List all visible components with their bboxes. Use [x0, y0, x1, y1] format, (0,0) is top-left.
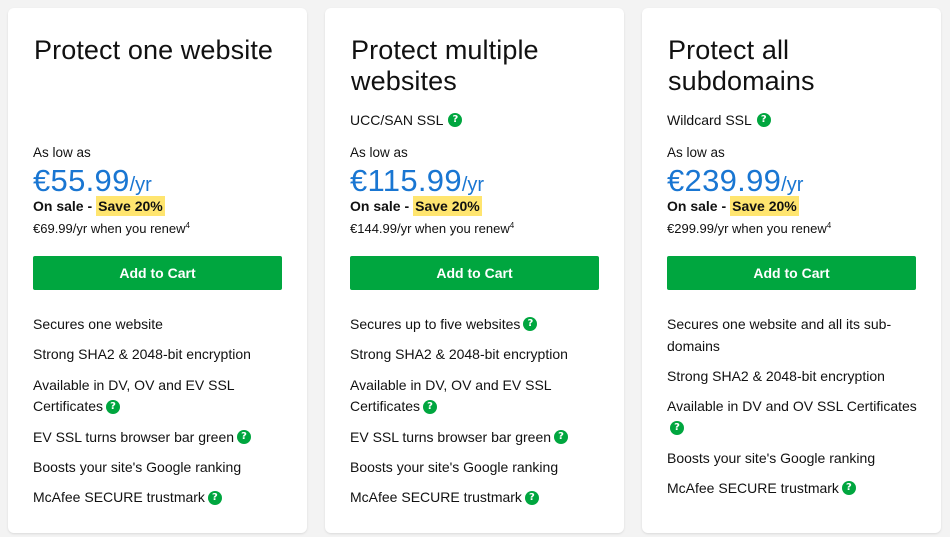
question-circle-icon[interactable]: ?: [423, 399, 438, 414]
footnote-marker: 4: [826, 221, 832, 230]
feature-item: McAfee SECURE trustmark?: [667, 477, 922, 499]
plan-card-all-subdomains: Protect all subdomains Wildcard SSL ? As…: [642, 8, 941, 533]
plan-subtitle: UCC/SAN SSL ?: [350, 110, 463, 130]
feature-item: Strong SHA2 & 2048-bit encryption: [350, 346, 568, 363]
add-to-cart-button[interactable]: Add to Cart: [33, 256, 282, 290]
feature-item: EV SSL turns browser bar green?: [350, 426, 605, 448]
feature-item: McAfee SECURE trustmark?: [350, 486, 605, 508]
renewal-text: €69.99/yr when you renew: [33, 221, 186, 236]
price-amount: €55.99: [33, 163, 130, 198]
add-to-cart-button[interactable]: Add to Cart: [667, 256, 916, 290]
price-amount: €239.99: [667, 163, 782, 198]
as-low-as-label: As low as: [667, 145, 725, 160]
plan-card-multiple-websites: Protect multiple websites UCC/SAN SSL ? …: [325, 8, 624, 533]
save-badge: Save 20%: [413, 196, 482, 216]
sale-info: On sale - Save 20%: [667, 196, 799, 216]
feature-item: Boosts your site's Google ranking: [350, 458, 559, 475]
renewal-price: €144.99/yr when you renew4: [350, 221, 514, 236]
question-circle-icon[interactable]: ?: [524, 490, 539, 505]
price-unit: /yr: [461, 174, 485, 196]
feature-item: Available in DV, OV and EV SSL Certifica…: [33, 376, 235, 415]
feature-list: Secures one website Strong SHA2 & 2048-b…: [33, 313, 288, 517]
question-circle-icon[interactable]: ?: [448, 113, 463, 127]
save-badge: Save 20%: [96, 196, 165, 216]
footnote-marker: 4: [185, 221, 190, 230]
question-circle-icon[interactable]: ?: [523, 317, 538, 332]
feature-item: Boosts your site's Google ranking: [667, 449, 876, 466]
on-sale-label: On sale -: [350, 198, 410, 214]
plan-card-one-website: Protect one website As low as €55.99/yr …: [8, 8, 307, 533]
price-unit: /yr: [781, 174, 804, 196]
subtitle-text: Wildcard SSL: [667, 112, 752, 128]
renewal-text: €144.99/yr when you renew: [350, 221, 510, 236]
add-to-cart-button[interactable]: Add to Cart: [350, 256, 599, 290]
plan-subtitle: Wildcard SSL ?: [667, 110, 771, 130]
feature-item: Strong SHA2 & 2048-bit encryption: [33, 346, 251, 363]
question-circle-icon[interactable]: ?: [237, 429, 252, 444]
renewal-price: €299.99/yr when you renew4: [667, 221, 831, 236]
question-circle-icon[interactable]: ?: [841, 481, 856, 496]
plan-title: Protect multiple websites: [351, 35, 539, 96]
plan-title: Protect one website: [34, 35, 274, 65]
question-circle-icon[interactable]: ?: [756, 113, 771, 127]
price-unit: /yr: [129, 174, 152, 196]
as-low-as-label: As low as: [350, 145, 408, 160]
feature-item: McAfee SECURE trustmark?: [33, 486, 288, 508]
price-amount: €115.99: [350, 163, 462, 198]
question-circle-icon[interactable]: ?: [554, 429, 569, 444]
feature-item: Available in DV and OV SSL Certificates …: [667, 398, 917, 436]
feature-item: Boosts your site's Google ranking: [33, 458, 242, 475]
sale-info: On sale - Save 20%: [33, 196, 165, 216]
price: €55.99/yr: [33, 163, 152, 199]
feature-item: Secures one website and all its sub-doma…: [667, 315, 892, 354]
footnote-marker: 4: [509, 221, 515, 230]
feature-item: Secures up to five websites?: [350, 313, 605, 335]
feature-item: Strong SHA2 & 2048-bit encryption: [667, 367, 885, 384]
as-low-as-label: As low as: [33, 145, 91, 160]
question-circle-icon[interactable]: ?: [207, 490, 222, 505]
renewal-price: €69.99/yr when you renew4: [33, 221, 190, 236]
feature-item: EV SSL turns browser bar green?: [33, 426, 288, 448]
question-circle-icon[interactable]: ?: [670, 421, 684, 436]
feature-list: Secures one website and all its sub-doma…: [667, 313, 922, 507]
plan-cards: Protect one website As low as €55.99/yr …: [0, 0, 950, 537]
feature-item: Secures one website: [33, 315, 163, 332]
save-badge: Save 20%: [730, 196, 799, 216]
question-circle-icon[interactable]: ?: [106, 399, 121, 414]
price: €239.99/yr: [667, 163, 803, 199]
on-sale-label: On sale -: [33, 198, 93, 214]
feature-list: Secures up to five websites? Strong SHA2…: [350, 313, 605, 517]
feature-item: Available in DV, OV and EV SSL Certifica…: [350, 376, 552, 415]
price: €115.99/yr: [350, 163, 484, 199]
subtitle-text: UCC/SAN SSL: [350, 112, 444, 128]
plan-title: Protect all subdomains: [668, 35, 815, 96]
sale-info: On sale - Save 20%: [350, 196, 482, 216]
on-sale-label: On sale -: [667, 198, 727, 214]
renewal-text: €299.99/yr when you renew: [667, 221, 827, 236]
